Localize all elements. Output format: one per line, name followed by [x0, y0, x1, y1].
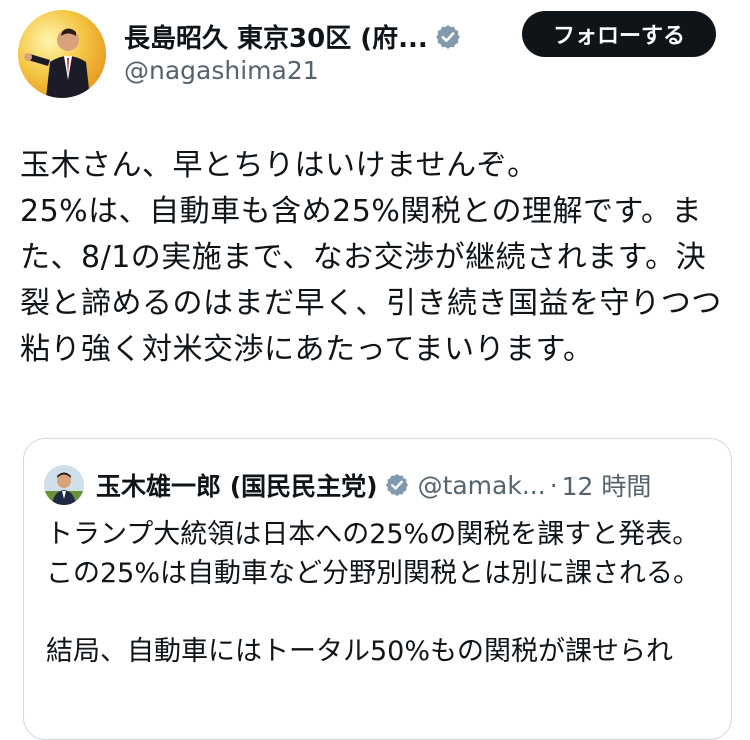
author-display-name[interactable]: 長島昭久 東京30区 (府...: [124, 18, 428, 55]
author-avatar[interactable]: [18, 10, 106, 98]
author-name-row[interactable]: 長島昭久 東京30区 (府...: [124, 18, 462, 55]
tweet-line-1: 玉木さん、早とちりはいけませんぞ。: [20, 148, 538, 183]
quoted-display-name[interactable]: 玉木雄一郎 (国民民主党): [96, 467, 378, 503]
verified-badge-icon: [385, 473, 408, 497]
follow-button[interactable]: フォローする: [522, 11, 716, 57]
quoted-tweet-card[interactable]: 玉木雄一郎 (国民民主党) @tamak... · 12 時間 トランプ大統領は…: [23, 438, 732, 740]
author-handle[interactable]: @nagashima21: [124, 56, 319, 85]
quoted-handle[interactable]: @tamak...: [418, 471, 546, 500]
quoted-paragraph-2: 結局、自動車にはトータル50%もの関税が課せられ: [46, 636, 674, 667]
quoted-timestamp[interactable]: 12 時間: [562, 467, 652, 503]
verified-badge-icon: [435, 24, 460, 49]
quoted-paragraph-1: トランプ大統領は日本への25%の関税を課すと発表。この25%は自動車など分野別関…: [46, 519, 701, 589]
separator-dot: ·: [549, 470, 558, 500]
tweet-text: 玉木さん、早とちりはいけませんぞ。 25%は、自動車も含め25%関税との理解です…: [20, 143, 735, 373]
quoted-header: 玉木雄一郎 (国民民主党) @tamak... · 12 時間: [96, 467, 651, 503]
quoted-tweet-text: トランプ大統領は日本への25%の関税を課すと発表。この25%は自動車など分野別関…: [46, 515, 716, 671]
quoted-author-avatar[interactable]: [44, 465, 84, 505]
tweet-line-2: 25%は、自動車も含め25%関税との理解です。また、8/1の実施まで、なお交渉が…: [20, 194, 722, 367]
